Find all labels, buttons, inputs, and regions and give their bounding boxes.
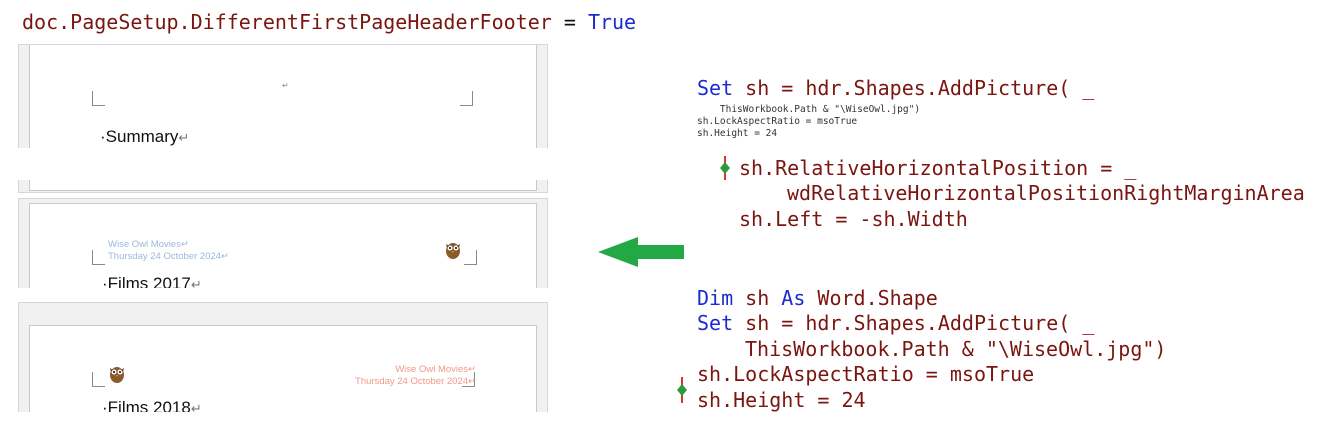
doc-view-3: Wise Owl Movies↵ Thursday 24 October 2024…	[18, 302, 548, 417]
code-operator: =	[551, 10, 588, 34]
owl-logo-icon	[108, 364, 126, 388]
snippet1-line1: Set sh = hdr.Shapes.AddPicture( _	[697, 76, 1095, 100]
header-text-left: Wise Owl Movies↵ Thursday 24 October 2024…	[108, 239, 229, 262]
snippet1-line-constant: wdRelativeHorizontalPositionRightMarginA…	[787, 181, 1305, 205]
page-heading: ·Summary↵	[100, 127, 189, 147]
margin-corner-left	[92, 372, 105, 387]
top-code-line: doc.PageSetup.DifferentFirstPageHeaderFo…	[22, 10, 636, 34]
margin-corner-right	[460, 91, 473, 106]
page-films-2017: Wise Owl Movies↵ Thursday 24 October 2024…	[29, 203, 537, 293]
snippet1-small-lines: ThisWorkbook.Path & "\WiseOwl.jpg") sh.Lo…	[697, 104, 921, 139]
page-summary: ↵ ·Summary↵	[29, 45, 537, 150]
margin-corner-left	[92, 91, 105, 106]
margin-corner-left	[92, 250, 105, 265]
snippet2-set-line: Set sh = hdr.Shapes.AddPicture( _	[697, 311, 1095, 335]
owl-logo-icon	[444, 240, 462, 264]
doc-view-2: Wise Owl Movies↵ Thursday 24 October 2024…	[18, 198, 548, 293]
snippet2-path-line: ThisWorkbook.Path & "\WiseOwl.jpg")	[745, 337, 1167, 361]
paragraph-mark: ↵	[178, 130, 190, 145]
doc-view-1: ↵ ·Summary↵	[18, 44, 548, 150]
header-text-right: Wise Owl Movies↵ Thursday 24 October 2024…	[355, 364, 476, 387]
snippet1-line-relpos: sh.RelativeHorizontalPosition = _	[739, 156, 1137, 180]
snippet1-line-left: sh.Left = -sh.Width	[739, 207, 968, 231]
heading-text: ·Summary	[100, 127, 179, 146]
code-value: True	[587, 10, 637, 34]
snippet2-lock-line: sh.LockAspectRatio = msoTrue	[697, 362, 1035, 386]
snippet2-dim-line: Dim sh As Word.Shape	[697, 286, 938, 310]
margin-corner-right	[464, 250, 477, 265]
left-arrow-icon	[598, 236, 686, 272]
insertion-marker-icon	[675, 377, 689, 407]
snippet2-height-line: sh.Height = 24	[697, 388, 866, 412]
header-mark: ↵	[282, 81, 289, 90]
doc-view-1-bottom	[18, 180, 548, 193]
page-films-2018: Wise Owl Movies↵ Thursday 24 October 2024…	[29, 325, 537, 417]
code-object: doc.PageSetup.DifferentFirstPageHeaderFo…	[22, 10, 552, 34]
insertion-marker-icon	[718, 156, 732, 184]
